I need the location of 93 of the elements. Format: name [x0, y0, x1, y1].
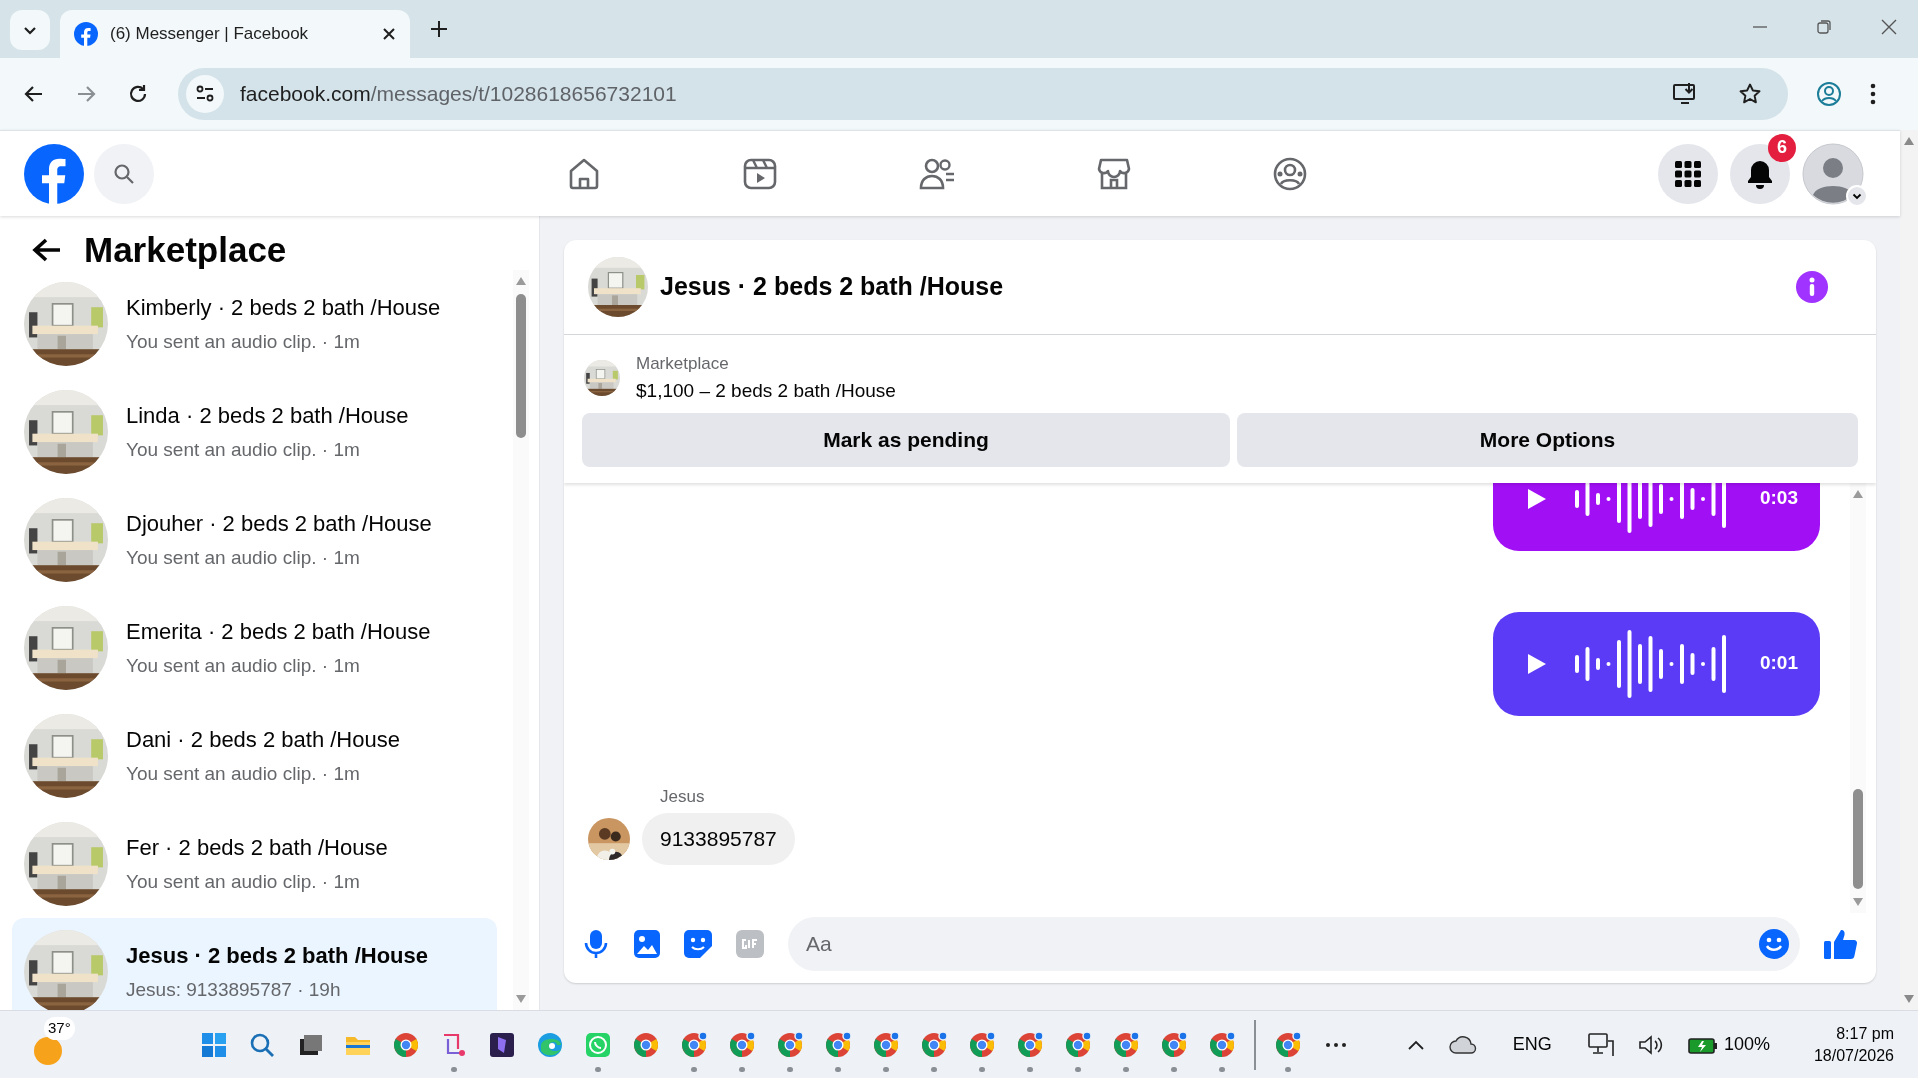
conversation-preview: You sent an audio clip. · 1m [126, 654, 361, 679]
action-button[interactable]: Mark as pending [582, 413, 1230, 467]
chrome-icon[interactable] [680, 1030, 708, 1059]
microphone-icon[interactable] [582, 929, 610, 959]
conversation-name: Jesus · 2 beds 2 bath /House [126, 942, 428, 971]
conversation-name: Fer · 2 beds 2 bath /House [126, 834, 388, 863]
install-app-icon[interactable] [1672, 81, 1698, 107]
chrome-icon[interactable] [920, 1030, 948, 1059]
chrome-icon[interactable] [872, 1030, 900, 1059]
clock-date[interactable]: 18/07/2026 [1813, 1044, 1894, 1067]
scroll-down-icon[interactable] [1903, 994, 1915, 1004]
star-icon[interactable] [1738, 82, 1762, 106]
thumbs-up-icon[interactable] [1824, 928, 1858, 960]
browser-tab[interactable]: (6) Messenger | Facebook [60, 10, 410, 58]
audio-duration: 0:01 [1759, 651, 1798, 676]
sender-name: Jesus [660, 785, 706, 808]
conversation-item[interactable]: Jesus · 2 beds 2 bath /House Jesus: 9133895787 · 19h [12, 918, 497, 1010]
temperature-label: 37° [44, 1017, 75, 1040]
action-button[interactable]: More Options [1237, 413, 1858, 467]
audio-message[interactable]: 0:01 [1493, 611, 1820, 716]
conversation-name: Emerita · 2 beds 2 bath /House [126, 618, 431, 647]
play-icon[interactable] [1527, 652, 1547, 675]
sticker-icon[interactable] [684, 930, 712, 958]
windows-icon[interactable] [200, 1030, 228, 1059]
scroll-down-icon[interactable] [515, 994, 527, 1004]
profile-icon[interactable] [1816, 81, 1842, 107]
chrome-icon[interactable] [776, 1030, 804, 1059]
chrome-icon[interactable] [632, 1030, 660, 1059]
conversation-name: Dani · 2 beds 2 bath /House [126, 726, 400, 755]
conversation-name: Djouher · 2 beds 2 bath /House [126, 510, 432, 539]
listing-title[interactable]: $1,100 – 2 beds 2 bath /House [636, 376, 896, 405]
scrollbar[interactable] [513, 270, 529, 1010]
conversation-preview: Jesus: 9133895787 · 19h [126, 978, 342, 1003]
address-bar[interactable]: facebook.com/messages/t/1028618656732101 [178, 68, 1788, 120]
chrome-icon[interactable] [1274, 1030, 1302, 1059]
tab-title: (6) Messenger | Facebook [110, 23, 310, 46]
chrome-icon[interactable] [728, 1030, 756, 1059]
edge-icon[interactable] [536, 1030, 564, 1059]
conversation-name: Kimberly · 2 beds 2 bath /House [126, 294, 441, 323]
audio-duration: 0:03 [1759, 486, 1798, 511]
new-tab-icon[interactable] [430, 20, 448, 38]
conversation-preview: You sent an audio clip. · 1m [126, 870, 361, 895]
speaker-icon[interactable] [1637, 1033, 1664, 1056]
play-icon[interactable] [1527, 487, 1547, 510]
audio-message[interactable]: 0:03 [1493, 483, 1820, 551]
url-text: facebook.com/messages/t/1028618656732101 [240, 81, 678, 108]
bell-icon [1746, 158, 1774, 189]
app-icon[interactable] [488, 1030, 516, 1059]
image-icon[interactable] [634, 930, 660, 958]
cloud-icon[interactable] [1448, 1035, 1477, 1054]
chrome-icon[interactable] [968, 1030, 996, 1059]
facebook-logo-icon [74, 22, 98, 46]
emoji-icon[interactable] [1758, 928, 1790, 960]
menu-icon[interactable] [1870, 83, 1876, 105]
chrome-icon[interactable] [1208, 1030, 1236, 1059]
battery-percentage: 100% [1723, 1033, 1770, 1056]
people-circle-icon[interactable] [1272, 155, 1308, 192]
info-icon[interactable] [1796, 271, 1828, 303]
conversation-preview: You sent an audio clip. · 1m [126, 546, 361, 571]
back-arrow-icon[interactable] [32, 237, 62, 263]
search-icon [113, 162, 135, 185]
chrome-icon[interactable] [392, 1030, 420, 1059]
scroll-down-icon[interactable] [1852, 897, 1864, 907]
message-bubble: 9133895787 [642, 813, 795, 865]
listing-label: Marketplace [636, 353, 730, 375]
notification-badge: 6 [1768, 133, 1796, 162]
message-input[interactable]: Aa [788, 917, 1800, 971]
network-icon[interactable] [1587, 1032, 1614, 1057]
scroll-up-icon[interactable] [1852, 489, 1864, 499]
scroll-up-icon[interactable] [1903, 136, 1915, 146]
conversation-preview: You sent an audio clip. · 1m [126, 330, 361, 355]
clock-time[interactable]: 8:17 pm [1836, 1022, 1894, 1045]
scroll-thumb[interactable] [516, 294, 526, 438]
chrome-icon[interactable] [824, 1030, 852, 1059]
conversation-preview: You sent an audio clip. · 1m [126, 762, 361, 787]
chat-title: Jesus · 2 beds 2 bath /House [660, 271, 1005, 303]
language-indicator[interactable]: ENG [1512, 1031, 1552, 1058]
grid-menu-icon [1674, 159, 1702, 188]
account-avatar[interactable] [1802, 142, 1864, 205]
scrollbar[interactable] [1850, 483, 1866, 913]
chrome-icon[interactable] [1112, 1030, 1140, 1059]
conversation-name: Linda · 2 beds 2 bath /House [126, 402, 409, 431]
chrome-icon[interactable] [1064, 1030, 1092, 1059]
chrome-icon[interactable] [1016, 1030, 1044, 1059]
sidebar-title: Marketplace [84, 230, 287, 270]
conversation-preview: You sent an audio clip. · 1m [126, 438, 361, 463]
close-icon[interactable] [382, 27, 396, 41]
restore-icon[interactable] [1816, 19, 1832, 35]
scroll-thumb[interactable] [1853, 789, 1863, 889]
chrome-icon[interactable] [1160, 1030, 1188, 1059]
scroll-up-icon[interactable] [515, 276, 527, 286]
chevron-up-icon[interactable] [1406, 1038, 1425, 1051]
facebook-logo-icon[interactable] [24, 143, 84, 204]
